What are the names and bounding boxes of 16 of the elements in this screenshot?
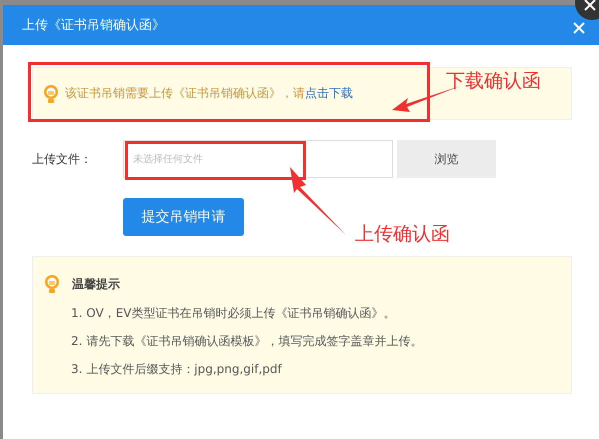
submit-button[interactable]: 提交吊销申请 — [123, 198, 244, 236]
tip-text: 3. 上传文件后缀支持：jpg,png,gif,pdf — [71, 361, 283, 378]
lightbulb-icon — [43, 84, 59, 104]
annotation-text: 上传确认函 — [355, 222, 450, 247]
notice-text: 该证书吊销需要上传《证书吊销确认函》，请点击下载 — [65, 85, 353, 102]
tips-title: 温馨提示 — [72, 276, 120, 292]
annotation-text: 下载确认函 — [446, 69, 541, 94]
file-field[interactable]: 未选择任何文件 — [123, 140, 393, 178]
tip-text: 1. OV，EV类型证书在吊销时必须上传《证书吊销确认函》。 — [71, 305, 396, 322]
dialog-title: 上传《证书吊销确认函》 — [22, 17, 165, 34]
lightbulb-icon — [44, 274, 60, 294]
browse-button[interactable]: 浏览 — [397, 140, 496, 178]
annotation-arrow — [288, 165, 348, 237]
tip-text: 2. 请先下载《证书吊销确认函模板》，填写完成签字盖章并上传。 — [71, 333, 424, 350]
download-link[interactable]: 点击下载 — [305, 86, 353, 100]
field-label: 上传文件： — [32, 150, 93, 168]
